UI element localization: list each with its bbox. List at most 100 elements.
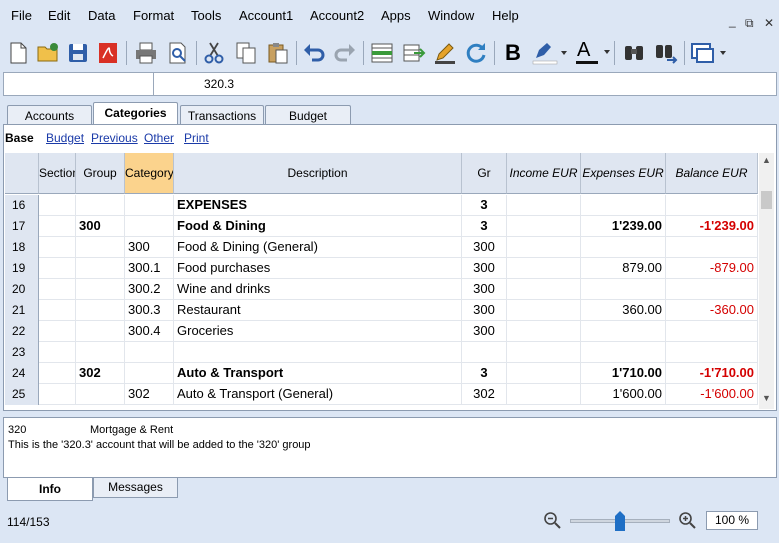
scroll-thumb[interactable]: [761, 191, 772, 209]
cell-income[interactable]: [507, 300, 581, 321]
cell-expenses[interactable]: [581, 342, 666, 363]
insert-row-icon[interactable]: [368, 39, 396, 67]
cell-expenses[interactable]: 1'600.00: [581, 384, 666, 405]
cell-income[interactable]: [507, 384, 581, 405]
cell-balance[interactable]: [666, 279, 758, 300]
header-group[interactable]: Group: [76, 153, 125, 194]
cell-category[interactable]: [125, 216, 174, 237]
cell-reference[interactable]: [4, 73, 154, 95]
print-icon[interactable]: [132, 39, 160, 67]
cell-gr[interactable]: 300: [462, 321, 507, 342]
table-row[interactable]: 22 300.4 Groceries 300: [5, 321, 758, 342]
menu-help[interactable]: Help: [492, 8, 519, 24]
cell-balance[interactable]: -1'600.00: [666, 384, 758, 405]
scroll-up-icon[interactable]: ▲: [759, 155, 774, 169]
formula-value[interactable]: 320.3: [204, 77, 234, 91]
cell-expenses[interactable]: [581, 237, 666, 258]
vertical-scrollbar[interactable]: ▲ ▼: [759, 153, 774, 409]
tab-accounts[interactable]: Accounts: [7, 105, 92, 126]
table-row[interactable]: 20 300.2 Wine and drinks 300: [5, 279, 758, 300]
menu-account2[interactable]: Account2: [310, 8, 364, 24]
header-expenses[interactable]: Expenses EUR: [581, 153, 666, 194]
menu-data[interactable]: Data: [88, 8, 115, 24]
cell-description[interactable]: Auto & Transport: [174, 363, 462, 384]
cell-income[interactable]: [507, 258, 581, 279]
menu-apps[interactable]: Apps: [381, 8, 411, 24]
cell-section[interactable]: [39, 258, 76, 279]
cell-section[interactable]: [39, 384, 76, 405]
cell-category[interactable]: 300.2: [125, 279, 174, 300]
edit-icon[interactable]: [431, 39, 459, 67]
tab-categories[interactable]: Categories: [93, 102, 178, 125]
cell-gr[interactable]: 300: [462, 300, 507, 321]
cell-category[interactable]: 302: [125, 384, 174, 405]
cell-description[interactable]: Food & Dining: [174, 216, 462, 237]
bold-icon[interactable]: B: [499, 39, 527, 67]
cell-income[interactable]: [507, 279, 581, 300]
cell-income[interactable]: [507, 237, 581, 258]
cut-icon[interactable]: [200, 39, 228, 67]
view-budget[interactable]: Budget: [46, 131, 84, 145]
table-row[interactable]: 21 300.3 Restaurant 300 360.00 -360.00: [5, 300, 758, 321]
save-icon[interactable]: [64, 39, 92, 67]
window-icon[interactable]: [689, 39, 729, 67]
cell-section[interactable]: [39, 237, 76, 258]
cell-category[interactable]: 300.4: [125, 321, 174, 342]
cell-expenses[interactable]: [581, 321, 666, 342]
cell-group[interactable]: [76, 237, 125, 258]
view-base[interactable]: Base: [5, 131, 34, 145]
tab-info[interactable]: Info: [7, 478, 93, 501]
header-income[interactable]: Income EUR: [507, 153, 581, 194]
cell-section[interactable]: [39, 279, 76, 300]
cell-section[interactable]: [39, 321, 76, 342]
cell-description[interactable]: Food purchases: [174, 258, 462, 279]
restore-button[interactable]: ⧉: [745, 16, 754, 31]
cell-group[interactable]: [76, 342, 125, 363]
zoom-in-icon[interactable]: [678, 511, 696, 529]
cell-income[interactable]: [507, 342, 581, 363]
cell-balance[interactable]: [666, 195, 758, 216]
tab-budget[interactable]: Budget: [265, 105, 351, 126]
cell-description[interactable]: Wine and drinks: [174, 279, 462, 300]
cell-expenses[interactable]: 1'710.00: [581, 363, 666, 384]
cell-category[interactable]: [125, 363, 174, 384]
cell-gr[interactable]: 3: [462, 195, 507, 216]
cell-income[interactable]: [507, 321, 581, 342]
cell-description[interactable]: Food & Dining (General): [174, 237, 462, 258]
cell-income[interactable]: [507, 216, 581, 237]
view-previous[interactable]: Previous: [91, 131, 138, 145]
scroll-down-icon[interactable]: ▼: [759, 393, 774, 407]
pdf-icon[interactable]: [94, 39, 122, 67]
cell-group[interactable]: [76, 321, 125, 342]
zoom-level[interactable]: 100 %: [706, 511, 758, 530]
open-folder-icon[interactable]: [34, 39, 62, 67]
header-description[interactable]: Description: [174, 153, 462, 194]
formula-bar[interactable]: 320.3: [3, 72, 777, 96]
cell-group[interactable]: [76, 300, 125, 321]
cell-section[interactable]: [39, 300, 76, 321]
cell-gr[interactable]: 302: [462, 384, 507, 405]
menu-edit[interactable]: Edit: [48, 8, 70, 24]
cell-group[interactable]: [76, 384, 125, 405]
header-section[interactable]: Section: [39, 153, 76, 194]
cell-category[interactable]: [125, 195, 174, 216]
find-next-icon[interactable]: [652, 39, 680, 67]
view-other[interactable]: Other: [144, 131, 174, 145]
table-row[interactable]: 24 302 Auto & Transport 3 1'710.00 -1'710.00: [5, 363, 758, 384]
cell-description[interactable]: [174, 342, 462, 363]
menu-file[interactable]: File: [11, 8, 32, 24]
cell-category[interactable]: 300.1: [125, 258, 174, 279]
find-icon[interactable]: [620, 39, 648, 67]
cell-description[interactable]: Restaurant: [174, 300, 462, 321]
cell-category[interactable]: 300: [125, 237, 174, 258]
move-row-icon[interactable]: [400, 39, 428, 67]
cell-description[interactable]: EXPENSES: [174, 195, 462, 216]
paste-icon[interactable]: [264, 39, 292, 67]
cell-expenses[interactable]: 1'239.00: [581, 216, 666, 237]
cell-group[interactable]: 300: [76, 216, 125, 237]
zoom-out-icon[interactable]: [543, 511, 561, 529]
cell-expenses[interactable]: [581, 279, 666, 300]
cell-description[interactable]: Auto & Transport (General): [174, 384, 462, 405]
cell-group[interactable]: 302: [76, 363, 125, 384]
cell-category[interactable]: 300.3: [125, 300, 174, 321]
